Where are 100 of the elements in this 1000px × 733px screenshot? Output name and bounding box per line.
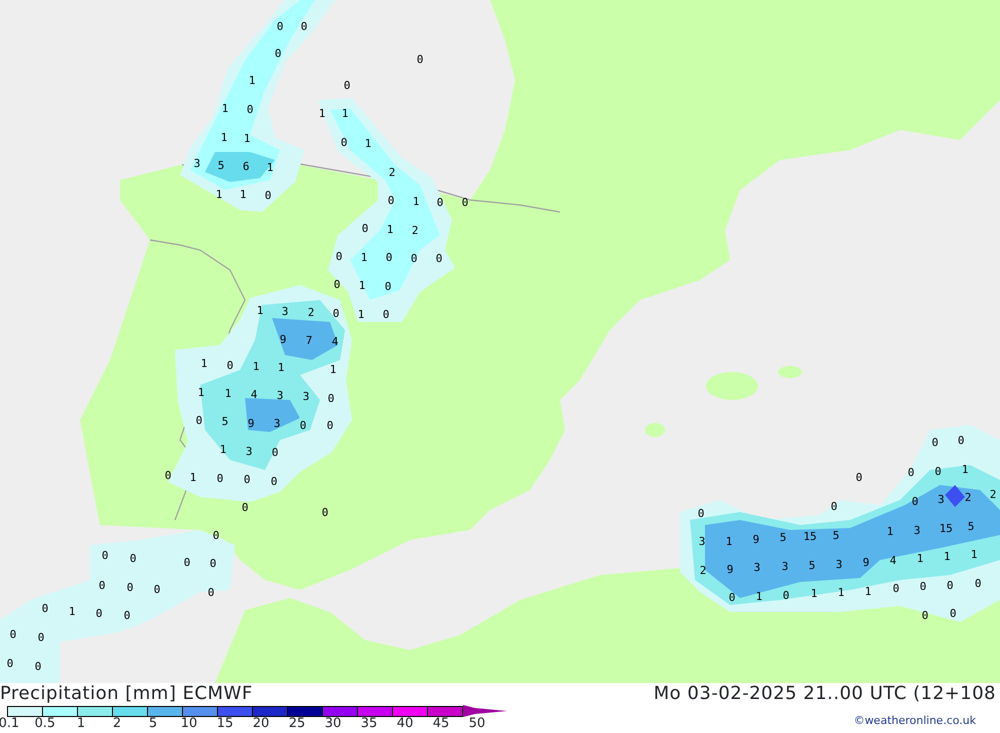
precipitation-value: 2 (990, 488, 996, 501)
legend-tick-label: 45 (432, 717, 450, 731)
precipitation-value: 0 (934, 465, 942, 478)
precipitation-value: 1 (916, 552, 924, 565)
precipitation-value: 0 (388, 194, 394, 207)
precipitation-value: 0 (782, 589, 790, 602)
precipitation-value: 0 (728, 591, 736, 604)
precipitation-value: 0 (326, 419, 334, 432)
precipitation-value: 9 (280, 333, 286, 346)
legend-arrow-icon (463, 705, 507, 717)
precipitation-value: 1 (190, 471, 196, 484)
precipitation-value: 0 (974, 577, 982, 590)
precipitation-value: 3 (754, 561, 760, 574)
precipitation-value: 0 (242, 501, 248, 514)
precipitation-value: 1 (358, 308, 364, 321)
precipitation-value: 2 (964, 491, 972, 504)
precipitation-value: 1 (838, 586, 844, 599)
precipitation-value: 1 (318, 107, 326, 120)
precipitation-value: 0 (98, 579, 106, 592)
precipitation-value: 0 (184, 556, 190, 569)
precipitation-value: 0 (344, 79, 350, 92)
precipitation-value: 5 (808, 559, 816, 572)
precipitation-value: 3 (914, 524, 920, 537)
precipitation-value: 1 (248, 74, 256, 87)
precipitation-value: 3 (276, 389, 284, 402)
precipitation-value: 1 (358, 279, 366, 292)
legend-tick-label: 25 (288, 717, 306, 731)
precipitation-value: 1 (962, 463, 968, 476)
precipitation-value: 2 (412, 224, 418, 237)
precipitation-value: 1 (200, 357, 208, 370)
precipitation-value: 0 (912, 495, 918, 508)
legend-tick-label: 5 (148, 717, 158, 731)
precipitation-value: 9 (752, 533, 760, 546)
precipitation-value: 1 (198, 386, 204, 399)
precipitation-value: 3 (282, 305, 288, 318)
precipitation-value: 1 (222, 102, 228, 115)
precipitation-value: 0 (382, 308, 390, 321)
legend-tick-label: 35 (360, 717, 378, 731)
precipitation-value: 0 (908, 466, 914, 479)
precipitation-value: 15 (939, 522, 953, 535)
precipitation-value: 1 (278, 361, 284, 374)
precipitation-value: 0 (164, 469, 172, 482)
precipitation-value: 3 (938, 493, 944, 506)
precipitation-value: 0 (386, 251, 392, 264)
precipitation-value: 0 (38, 631, 44, 644)
precipitation-value: 4 (890, 554, 896, 567)
precipitation-value: 0 (126, 581, 134, 594)
precipitation-value: 0 (300, 20, 308, 33)
precipitation-value: 1 (266, 161, 274, 174)
precipitation-value: 0 (920, 580, 926, 593)
copyright-credit: ©weatheronline.co.uk (854, 713, 977, 729)
legend-tick-label: 1 (76, 717, 86, 731)
precipitation-value: 1 (256, 304, 264, 317)
precipitation-value: 0 (322, 506, 328, 519)
precipitation-value: 0 (922, 609, 928, 622)
precipitation-value: 0 (154, 583, 160, 596)
precipitation-value: 0 (334, 278, 340, 291)
precipitation-value: 0 (246, 103, 254, 116)
precipitation-value: 3 (782, 560, 788, 573)
precipitation-value: 1 (244, 132, 250, 145)
precipitation-value: 2 (308, 306, 314, 319)
precipitation-value: 3 (836, 558, 842, 571)
precipitation-value: 0 (958, 434, 964, 447)
precipitation-value: 1 (756, 590, 762, 603)
precipitation-value: 9 (862, 556, 870, 569)
precipitation-value: 1 (726, 535, 732, 548)
precipitation-value: 0 (932, 436, 938, 449)
precipitation-value: 0 (892, 582, 900, 595)
precipitation-value: 0 (102, 549, 108, 562)
precipitation-value: 1 (224, 387, 232, 400)
precipitation-value: 3 (698, 535, 706, 548)
precipitation-value: 3 (274, 417, 280, 430)
precipitation-value: 0 (196, 414, 202, 427)
legend-tick-label: 15 (216, 717, 234, 731)
precipitation-value: 0 (384, 280, 392, 293)
precipitation-value: 2 (388, 166, 396, 179)
precipitation-value: 0 (698, 507, 704, 520)
precipitation-value: 1 (240, 188, 246, 201)
precipitation-value: 0 (210, 557, 216, 570)
legend-tick-label: 2 (112, 717, 122, 731)
precipitation-value: 0 (300, 419, 306, 432)
precipitation-value: 0 (272, 446, 278, 459)
precipitation-value: 0 (328, 392, 334, 405)
precipitation-value: 0 (340, 136, 348, 149)
precipitation-value: 0 (130, 552, 136, 565)
precipitation-value: 1 (944, 550, 950, 563)
precipitation-value: 1 (886, 525, 894, 538)
precipitation-value: 0 (276, 20, 284, 33)
precipitation-value: 0 (226, 359, 234, 372)
precipitation-value: 0 (216, 472, 224, 485)
precipitation-value: 1 (342, 107, 348, 120)
precipitation-value: 0 (212, 529, 220, 542)
precipitation-value: 7 (306, 334, 312, 347)
precipitation-value: 0 (946, 579, 954, 592)
precipitation-value: 9 (726, 563, 734, 576)
precipitation-value: 1 (330, 363, 336, 376)
precipitation-value: 15 (803, 530, 817, 543)
precipitation-value: 1 (386, 223, 394, 236)
precipitation-value: 0 (42, 602, 48, 615)
legend-tick-label: 30 (324, 717, 342, 731)
